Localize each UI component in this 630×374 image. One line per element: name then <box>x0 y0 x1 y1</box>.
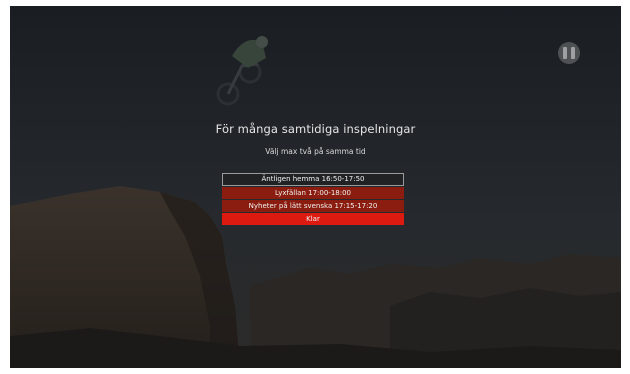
video-player-screen: För många samtidiga inspelningar Välj ma… <box>10 6 621 368</box>
program-option-lyxfallan[interactable]: Lyxfällan 17:00-18:00 <box>222 187 404 199</box>
dialog-subtitle: Välj max två på samma tid <box>265 147 366 156</box>
dialog-title: För många samtidiga inspelningar <box>215 122 416 136</box>
done-button[interactable]: Klar <box>222 213 404 225</box>
pause-button[interactable] <box>558 42 580 64</box>
recording-choice-list: Äntligen hemma 16:50-17:50 Lyxfällan 17:… <box>222 173 404 225</box>
program-option-antligen-hemma[interactable]: Äntligen hemma 16:50-17:50 <box>222 173 404 186</box>
program-option-nyheter-latt-svenska[interactable]: Nyheter på lätt svenska 17:15-17:20 <box>222 200 404 212</box>
pause-icon-bar-left <box>563 47 567 59</box>
pause-icon-bar-right <box>571 47 575 59</box>
